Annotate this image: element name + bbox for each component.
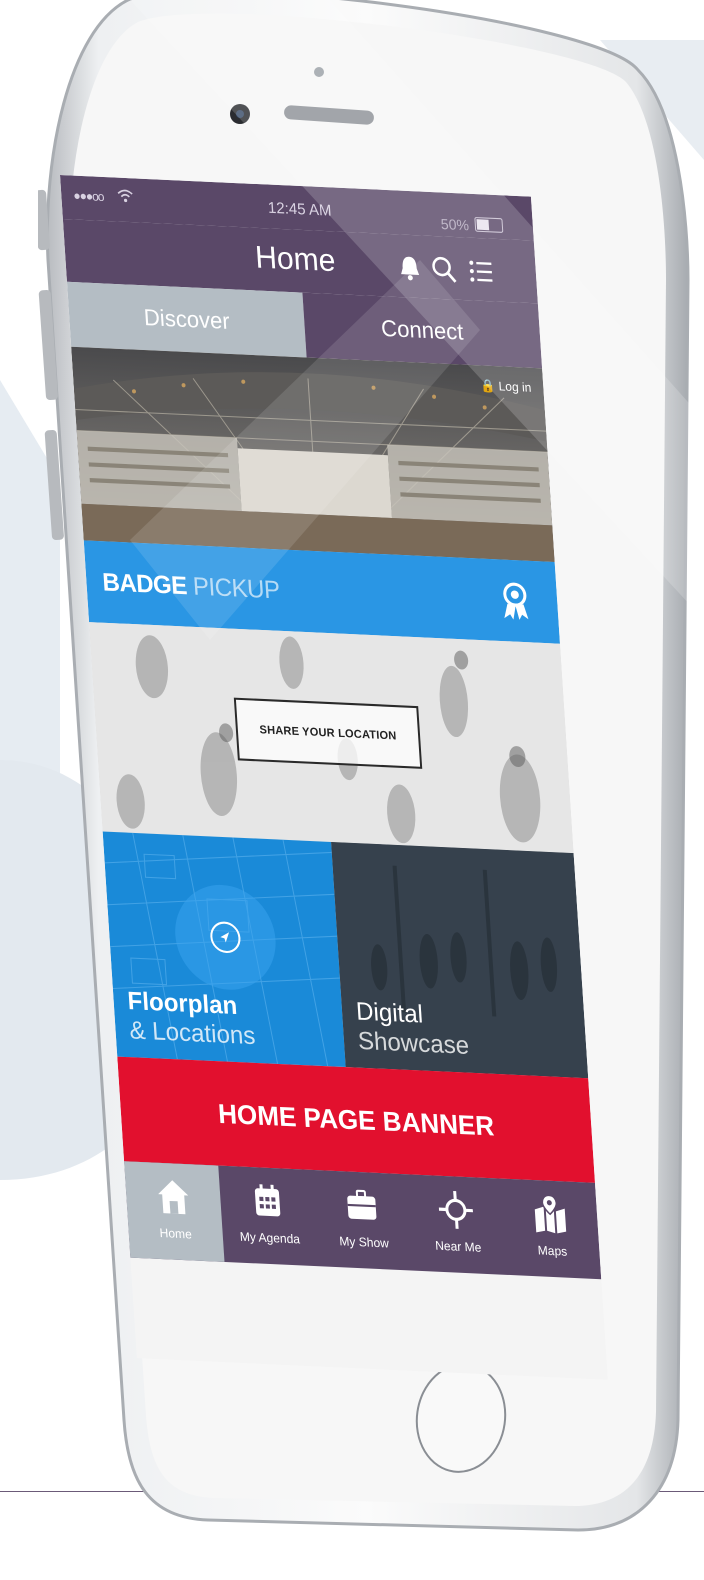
tab-near-me-label: Near Me bbox=[411, 1237, 506, 1256]
app-screen: ●●●oo 12:45 AM 50% Home Discover Connect bbox=[60, 175, 608, 1380]
badge-pickup-label: BADGE PICKUP bbox=[102, 568, 281, 605]
tab-discover[interactable]: Discover bbox=[67, 282, 307, 358]
floorplan-tile[interactable]: Floorplan & Locations bbox=[103, 831, 346, 1067]
signal-indicator: ●●●oo bbox=[73, 188, 104, 204]
page-title: Home bbox=[254, 240, 337, 279]
tab-my-agenda[interactable]: My Agenda bbox=[218, 1166, 318, 1267]
tab-home-label: Home bbox=[128, 1224, 223, 1243]
tab-my-show-label: My Show bbox=[317, 1233, 412, 1252]
tab-my-show[interactable]: My Show bbox=[312, 1170, 412, 1271]
bottom-tab-bar: Home My Agenda My Show bbox=[124, 1161, 601, 1279]
award-ribbon-icon bbox=[496, 580, 535, 624]
hero-image: 🔒 Log in bbox=[71, 347, 555, 562]
list-icon[interactable] bbox=[467, 256, 497, 287]
share-location-section: SHARE YOUR LOCATION bbox=[89, 622, 574, 853]
location-arrow-icon bbox=[217, 929, 234, 946]
wifi-icon bbox=[117, 188, 134, 203]
search-icon[interactable] bbox=[429, 255, 459, 286]
home-icon bbox=[155, 1175, 192, 1218]
phone-screen: ●●●oo 12:45 AM 50% Home Discover Connect bbox=[60, 175, 678, 1355]
lock-icon: 🔒 bbox=[480, 378, 496, 393]
badge-pickup-light: PICKUP bbox=[186, 572, 281, 605]
crosshair-icon bbox=[437, 1188, 474, 1231]
tab-near-me[interactable]: Near Me bbox=[407, 1174, 507, 1275]
bell-icon[interactable] bbox=[395, 253, 425, 284]
tab-my-agenda-label: My Agenda bbox=[222, 1228, 317, 1247]
tab-maps-label: Maps bbox=[505, 1241, 600, 1260]
calendar-icon bbox=[249, 1180, 286, 1223]
showcase-title: Digital bbox=[355, 998, 424, 1030]
floorplan-subtitle: & Locations bbox=[129, 1016, 257, 1051]
briefcase-icon bbox=[343, 1184, 380, 1227]
showcase-subtitle: Showcase bbox=[357, 1027, 470, 1061]
map-pin-icon bbox=[532, 1193, 569, 1236]
tab-maps[interactable]: Maps bbox=[501, 1179, 601, 1280]
digital-showcase-tile[interactable]: Digital Showcase bbox=[331, 842, 588, 1078]
battery-percent: 50% bbox=[440, 215, 469, 233]
tab-connect[interactable]: Connect bbox=[302, 293, 542, 369]
feature-tiles: Floorplan & Locations Digital Showcase bbox=[103, 831, 589, 1078]
login-label: Log in bbox=[498, 379, 532, 395]
tab-home[interactable]: Home bbox=[124, 1161, 224, 1262]
share-location-button[interactable]: SHARE YOUR LOCATION bbox=[234, 698, 422, 769]
battery-icon bbox=[474, 217, 503, 233]
status-time: 12:45 AM bbox=[267, 199, 332, 220]
login-link[interactable]: 🔒 Log in bbox=[480, 378, 532, 395]
badge-pickup-bold: BADGE bbox=[102, 568, 188, 600]
